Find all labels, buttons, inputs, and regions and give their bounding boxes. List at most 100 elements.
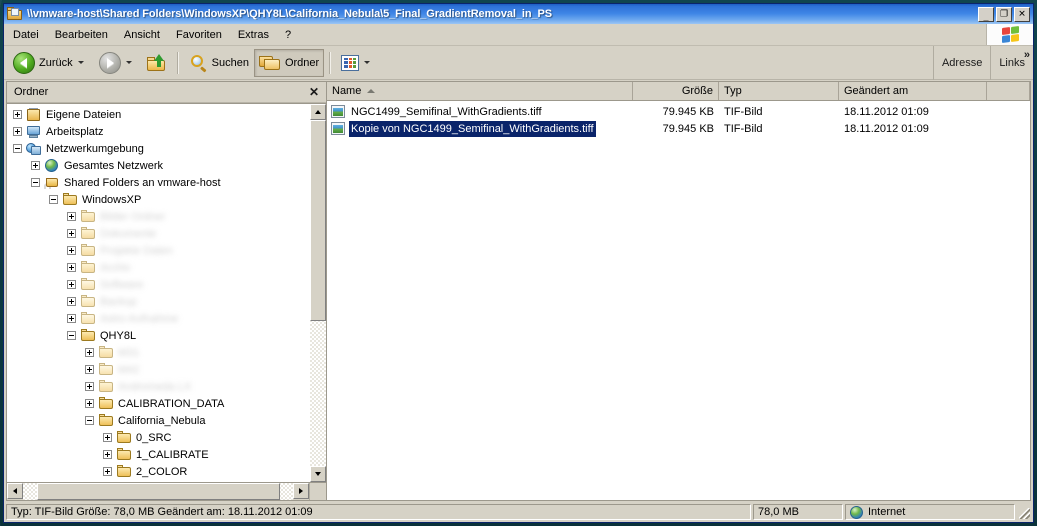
tree-item[interactable]: M42 [7, 361, 309, 378]
tree-item[interactable]: California_Nebula [7, 412, 309, 429]
tree-item[interactable]: Netzwerkumgebung [7, 140, 309, 157]
views-button[interactable] [336, 49, 380, 77]
file-list-rows[interactable]: NGC1499_Semifinal_WithGradients.tiff 79.9… [327, 101, 1030, 500]
tree-item[interactable]: Arbeitsplatz [7, 123, 309, 140]
folder-tree[interactable]: Eigene Dateien Arbeitsplatz Netzwerkumgebu… [7, 104, 309, 482]
scroll-right-button[interactable] [293, 483, 309, 499]
tree-collapse-icon[interactable] [67, 331, 76, 340]
tree-item[interactable]: M31 [7, 344, 309, 361]
up-button[interactable] [142, 49, 172, 77]
minimize-button[interactable]: _ [978, 6, 994, 22]
tree-expand-icon[interactable] [85, 365, 94, 374]
tree-expand-icon[interactable] [103, 467, 112, 476]
tree-item-label: Gesamtes Netzwerk [64, 159, 164, 172]
file-row[interactable]: NGC1499_Semifinal_WithGradients.tiff 79.9… [327, 103, 1030, 120]
tree-collapse-icon[interactable] [85, 416, 94, 425]
forward-dropdown-icon[interactable] [125, 61, 132, 64]
tree-expand-icon[interactable] [67, 280, 76, 289]
tree-expand-icon[interactable] [67, 297, 76, 306]
file-name-cell[interactable]: NGC1499_Semifinal_WithGradients.tiff [327, 104, 633, 120]
folder-icon [98, 396, 114, 411]
close-button[interactable]: ✕ [1014, 6, 1030, 22]
maximize-button[interactable]: ❐ [996, 6, 1012, 22]
tree-item[interactable]: Backup [7, 293, 309, 310]
scroll-thumb[interactable] [310, 120, 326, 321]
tree-expand-icon[interactable] [31, 161, 40, 170]
column-header[interactable]: Typ [719, 82, 839, 100]
menu-item-help[interactable]: ? [278, 27, 298, 43]
tree-expand-icon[interactable] [13, 127, 22, 136]
tree-item-label: CALIBRATION_DATA [118, 397, 225, 410]
address-bar-label[interactable]: Adresse [932, 46, 990, 80]
menu-item-favoriten[interactable]: Favoriten [169, 27, 229, 43]
tree-item[interactable]: Eigene Dateien [7, 106, 309, 123]
windows-logo-icon [986, 24, 1033, 45]
menu-item-extras[interactable]: Extras [231, 27, 276, 43]
tree-item[interactable]: Astro Aufnahme [7, 310, 309, 327]
column-header[interactable]: Größe [633, 82, 719, 100]
file-row[interactable]: Kopie von NGC1499_Semifinal_WithGradient… [327, 120, 1030, 137]
links-bar[interactable]: Links » [990, 46, 1033, 80]
tree-item[interactable]: QHY8L [7, 327, 309, 344]
tree-item[interactable]: Projekte Daten [7, 242, 309, 259]
tree-item[interactable]: Archiv [7, 259, 309, 276]
scroll-down-button[interactable] [310, 466, 326, 482]
forward-button[interactable] [94, 49, 142, 77]
folder-icon [116, 430, 132, 445]
scroll-up-button[interactable] [310, 104, 326, 120]
tree-item[interactable]: Shared Folders an vmware-host [7, 174, 309, 191]
tree-item[interactable]: WindowsXP [7, 191, 309, 208]
h-scroll-track[interactable] [23, 483, 293, 500]
menu-item-datei[interactable]: Datei [6, 27, 46, 43]
folders-pane-close-icon[interactable]: ✕ [305, 83, 323, 101]
menu-item-bearbeiten[interactable]: Bearbeiten [48, 27, 115, 43]
column-header[interactable]: Name [327, 82, 633, 100]
tree-expand-icon[interactable] [67, 263, 76, 272]
tree-expand-icon[interactable] [85, 348, 94, 357]
column-header[interactable] [987, 82, 1030, 100]
column-header-label: Name [332, 85, 362, 97]
search-button[interactable]: Suchen [184, 49, 254, 77]
h-scroll-thumb[interactable] [36, 483, 280, 500]
views-dropdown-icon[interactable] [364, 61, 371, 64]
tree-expand-icon[interactable] [103, 433, 112, 442]
resize-grip[interactable] [1017, 504, 1031, 520]
tif-image-icon [331, 105, 345, 118]
tree-item[interactable]: 2_COLOR [7, 463, 309, 480]
scroll-track[interactable] [310, 120, 326, 466]
tree-item[interactable]: Gesamtes Netzwerk [7, 157, 309, 174]
tree-item[interactable]: Dokumente [7, 225, 309, 242]
tree-item[interactable]: Software [7, 276, 309, 293]
tree-expand-icon[interactable] [67, 246, 76, 255]
tree-item[interactable]: CALIBRATION_DATA [7, 395, 309, 412]
tree-horizontal-scrollbar[interactable] [7, 482, 326, 500]
tree-item[interactable]: Bilder Ordner [7, 208, 309, 225]
tree-vertical-scrollbar[interactable] [309, 104, 326, 482]
column-header[interactable]: Geändert am [839, 82, 987, 100]
toolbar-right-group: Adresse Links » [932, 46, 1033, 80]
tree-expand-icon[interactable] [67, 212, 76, 221]
tree-expand-icon[interactable] [67, 314, 76, 323]
tree-collapse-icon[interactable] [31, 178, 40, 187]
scroll-left-button[interactable] [7, 483, 23, 499]
back-button[interactable]: Zurück [8, 49, 94, 77]
file-name-label: Kopie von NGC1499_Semifinal_WithGradient… [349, 120, 596, 137]
tree-expand-icon[interactable] [13, 110, 22, 119]
tree-expand-icon[interactable] [67, 229, 76, 238]
file-size-cell: 79.945 KB [662, 105, 714, 118]
folders-button[interactable]: Ordner [253, 48, 325, 77]
menu-item-ansicht[interactable]: Ansicht [117, 27, 167, 43]
tree-item[interactable]: 0_SRC [7, 429, 309, 446]
tree-expand-icon[interactable] [103, 450, 112, 459]
file-modified-cell: 18.11.2012 01:09 [844, 105, 929, 118]
file-name-cell[interactable]: Kopie von NGC1499_Semifinal_WithGradient… [327, 120, 633, 137]
tree-expand-icon[interactable] [85, 399, 94, 408]
back-dropdown-icon[interactable] [77, 61, 84, 64]
tree-item[interactable]: Andromeda LX [7, 378, 309, 395]
tree-collapse-icon[interactable] [13, 144, 22, 153]
tree-item[interactable]: 1_CALIBRATE [7, 446, 309, 463]
tree-collapse-icon[interactable] [49, 195, 58, 204]
tree-expand-icon[interactable] [85, 382, 94, 391]
column-header-label: Geändert am [844, 85, 909, 97]
chevron-more-icon[interactable]: » [1024, 50, 1030, 61]
